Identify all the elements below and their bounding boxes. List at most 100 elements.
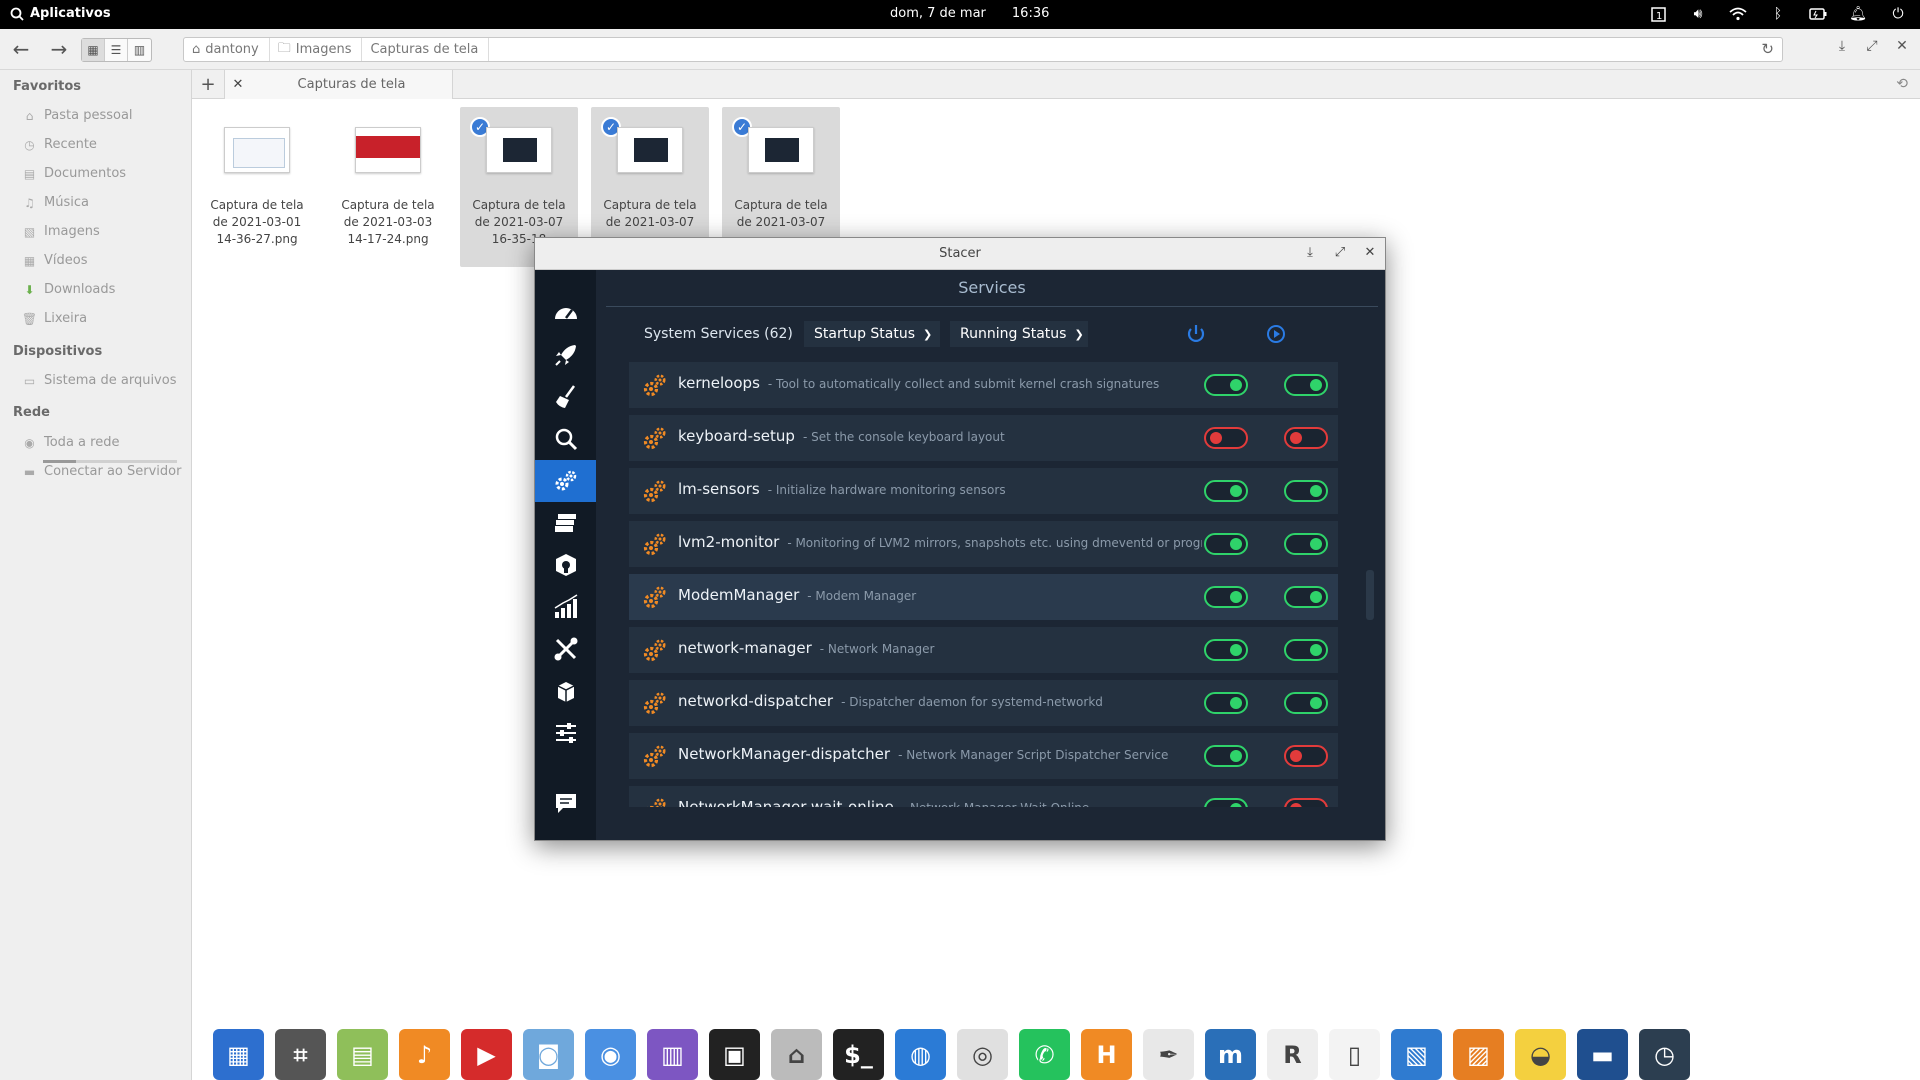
scrollbar[interactable] [1366, 570, 1374, 620]
sidebar-item-downloads[interactable]: ⬇ Downloads [22, 282, 115, 297]
file-item[interactable]: Captura de tela de 2021-03-01 14-36-27.png [198, 107, 316, 267]
sidebar-item-videos[interactable]: ▦ Vídeos [22, 253, 88, 268]
workspace-indicator-icon[interactable]: 1 [1648, 4, 1668, 24]
running-toggle[interactable] [1284, 798, 1328, 807]
service-row[interactable]: networkd-dispatcher - Dispatcher daemon f… [629, 680, 1338, 726]
dock-h[interactable]: H [1081, 1029, 1132, 1080]
dock-whatsapp[interactable]: ✆ [1019, 1029, 1070, 1080]
service-row[interactable]: lm-sensors - Initialize hardware monitori… [629, 468, 1338, 514]
power-icon[interactable]: ⏻ [1888, 4, 1908, 24]
running-toggle[interactable] [1284, 692, 1328, 714]
dock-calculator[interactable]: ⌗ [275, 1029, 326, 1080]
forward-arrow-icon[interactable]: → [47, 37, 71, 61]
running-toggle[interactable] [1284, 586, 1328, 608]
service-row[interactable]: ModemManager - Modem Manager [629, 574, 1338, 620]
breadcrumb-screenshots[interactable]: Capturas de tela [362, 38, 490, 61]
service-row[interactable]: NetworkManager-wait-online - Network Mana… [629, 786, 1338, 807]
dock-stacer[interactable]: ◷ [1639, 1029, 1690, 1080]
breadcrumb-images[interactable]: 🗀 Imagens [270, 38, 363, 61]
service-row[interactable]: kerneloops - Tool to automatically collec… [629, 362, 1338, 408]
dock-draw[interactable]: ◒ [1515, 1029, 1566, 1080]
broom-icon[interactable] [535, 376, 596, 418]
sidebar-item-trash[interactable]: 🗑︎ Lixeira [22, 311, 87, 326]
dock-r[interactable]: R [1267, 1029, 1318, 1080]
sidebar-item-home[interactable]: ⌂ Pasta pessoal [22, 108, 133, 123]
running-toggle[interactable] [1284, 745, 1328, 767]
dock-m[interactable]: m [1205, 1029, 1256, 1080]
dock-doc[interactable]: ▯ [1329, 1029, 1380, 1080]
services-gears-icon[interactable] [535, 460, 596, 502]
startup-toggle[interactable] [1204, 374, 1248, 396]
history-icon[interactable]: ⟲ [1896, 76, 1908, 92]
wifi-icon[interactable] [1728, 4, 1748, 24]
startup-toggle[interactable] [1204, 533, 1248, 555]
dock-earth[interactable]: ◍ [895, 1029, 946, 1080]
apt-package-icon[interactable] [535, 670, 596, 712]
dock-photos[interactable]: ◙ [523, 1029, 574, 1080]
applications-menu[interactable]: Aplicativos [10, 6, 111, 21]
dock-terminal[interactable]: $_ [833, 1029, 884, 1080]
breadcrumb-home[interactable]: ⌂ dantony [184, 38, 270, 61]
rocket-icon[interactable] [535, 334, 596, 376]
sidebar-item-connect-server[interactable]: ▬ Conectar ao Servidor [22, 464, 182, 479]
maximize-icon[interactable]: ⤢ [1862, 38, 1882, 54]
dock-quill[interactable]: ✒ [1143, 1029, 1194, 1080]
dock-youtube[interactable]: ▶ [461, 1029, 512, 1080]
sidebar-item-documents[interactable]: ▤ Documentos [22, 166, 126, 181]
tab-screenshots[interactable]: ✕ Capturas de tela [225, 70, 453, 99]
uninstaller-icon[interactable] [535, 544, 596, 586]
service-row[interactable]: network-manager - Network Manager [629, 627, 1338, 673]
maximize-icon[interactable]: ⤢ [1331, 245, 1349, 260]
running-toggle[interactable] [1284, 639, 1328, 661]
close-icon[interactable]: ✕ [1361, 245, 1379, 260]
search-icon[interactable] [535, 418, 596, 460]
dock-toggle[interactable]: ◉ [585, 1029, 636, 1080]
reload-icon[interactable]: ↻ [1761, 40, 1774, 58]
service-row[interactable]: keyboard-setup - Set the console keyboard… [629, 415, 1338, 461]
dock-slides[interactable]: ▨ [1453, 1029, 1504, 1080]
dock-files[interactable]: ⌂ [771, 1029, 822, 1080]
dock-chrome[interactable]: ◎ [957, 1029, 1008, 1080]
running-status-dropdown[interactable]: Running Status ❯ [950, 321, 1088, 347]
sidebar-item-filesystem[interactable]: ▭ Sistema de arquivos [22, 373, 177, 388]
resources-chart-icon[interactable] [535, 586, 596, 628]
dock-monitor[interactable]: ▬ [1577, 1029, 1628, 1080]
minimize-icon[interactable]: ⤓ [1832, 38, 1852, 54]
sidebar-item-music[interactable]: ♫ Música [22, 195, 89, 210]
service-row[interactable]: lvm2-monitor - Monitoring of LVM2 mirrors… [629, 521, 1338, 567]
dock-store[interactable]: ▥ [647, 1029, 698, 1080]
service-row[interactable]: NetworkManager-dispatcher - Network Manag… [629, 733, 1338, 779]
startup-toggle[interactable] [1204, 480, 1248, 502]
running-toggle[interactable] [1284, 533, 1328, 555]
processes-icon[interactable] [535, 502, 596, 544]
list-view-icon[interactable]: ☰ [105, 39, 128, 61]
close-tab-icon[interactable]: ✕ [225, 77, 251, 92]
startup-toggle[interactable] [1204, 745, 1248, 767]
startup-toggle[interactable] [1204, 639, 1248, 661]
battery-icon[interactable] [1808, 4, 1828, 24]
sidebar-item-recent[interactable]: ◷ Recente [22, 137, 97, 152]
running-toggle[interactable] [1284, 374, 1328, 396]
dock-grid[interactable]: ▣ [709, 1029, 760, 1080]
dock-music[interactable]: ♪ [399, 1029, 450, 1080]
sidebar-item-images[interactable]: ▧ Imagens [22, 224, 100, 239]
running-toggle[interactable] [1284, 480, 1328, 502]
startup-status-dropdown[interactable]: Startup Status ❯ [804, 321, 940, 347]
settings-sliders-icon[interactable] [535, 712, 596, 754]
dashboard-icon[interactable] [535, 292, 596, 334]
startup-toggle[interactable] [1204, 798, 1248, 807]
dock-impress[interactable]: ▧ [1391, 1029, 1442, 1080]
volume-icon[interactable]: 🔊︎ [1688, 4, 1708, 24]
bluetooth-off-icon[interactable]: ᛒ [1768, 4, 1788, 24]
minimize-icon[interactable]: ⤓ [1301, 245, 1319, 260]
stacer-titlebar[interactable]: Stacer ⤓ ⤢ ✕ [535, 238, 1385, 270]
back-arrow-icon[interactable]: ← [9, 37, 33, 61]
startup-toggle[interactable] [1204, 692, 1248, 714]
dock-spreadsheet[interactable]: ▤ [337, 1029, 388, 1080]
startup-toggle[interactable] [1204, 586, 1248, 608]
column-view-icon[interactable]: ▥ [128, 39, 151, 61]
close-icon[interactable]: ✕ [1892, 38, 1912, 54]
feedback-chat-icon[interactable] [535, 782, 596, 824]
running-toggle[interactable] [1284, 427, 1328, 449]
icon-view-icon[interactable]: ▦ [82, 39, 105, 61]
